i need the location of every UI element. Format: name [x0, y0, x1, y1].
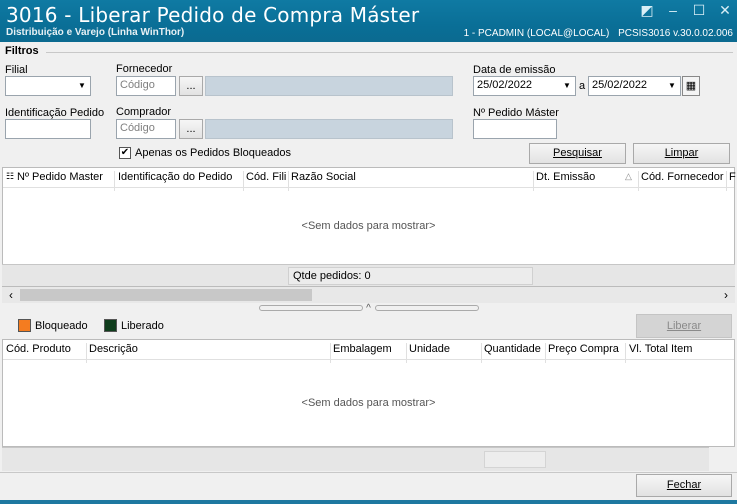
liberado-swatch — [104, 319, 117, 332]
col-header[interactable]: Nº Pedido Master — [17, 171, 103, 183]
pedido-master-label: Nº Pedido Máster — [473, 107, 559, 119]
bloqueado-label: Bloqueado — [35, 319, 88, 332]
col-header[interactable]: Cód. Fili — [246, 171, 286, 183]
pedido-master-input[interactable] — [473, 119, 557, 139]
pesquisar-label: Pesquisar — [553, 147, 602, 159]
program-version: PCSIS3016 v.30.0.02.006 — [618, 28, 733, 39]
comprador-lookup-button[interactable]: ... — [179, 119, 203, 139]
splitter-grip-right[interactable] — [375, 305, 480, 311]
liberar-label: Liberar — [666, 320, 702, 332]
session-info: 1 - PCADMIN (LOCAL@LOCAL) PCSIS3016 v.30… — [458, 28, 733, 39]
identificacao-input[interactable] — [5, 119, 91, 139]
close-icon[interactable]: ✕ — [717, 2, 733, 18]
date-to-value: 25/02/2022 — [592, 79, 648, 91]
bloqueado-swatch — [18, 319, 31, 332]
splitter-grip-left[interactable] — [258, 305, 363, 311]
pedidos-grid-header: ☷ Nº Pedido Master Identificação do Pedi… — [3, 168, 736, 191]
liberado-label: Liberado — [121, 319, 164, 332]
fechar-label: Fechar — [666, 479, 702, 491]
window-controls: ◩ – ☐ ✕ — [639, 2, 733, 18]
col-header[interactable]: Razão Social — [291, 171, 356, 183]
scroll-thumb[interactable] — [20, 289, 312, 301]
fornecedor-lookup-button[interactable]: ... — [179, 76, 203, 96]
data-emissao-label: Data de emissão — [473, 64, 556, 76]
qtde-pedidos: Qtde pedidos: 0 — [288, 267, 533, 285]
legend-bloqueado: Bloqueado — [18, 319, 88, 332]
legend-liberado: Liberado — [104, 319, 164, 332]
minimize-icon[interactable]: – — [665, 2, 681, 18]
col-header[interactable]: F — [729, 171, 736, 183]
pedidos-footer: Qtde pedidos: 0 — [2, 264, 735, 286]
col-header[interactable]: Vl. Total Item — [629, 343, 692, 355]
filters-divider — [46, 52, 733, 53]
window-subtitle: Distribuição e Varejo (Linha WinThor) — [6, 27, 185, 38]
date-separator: a — [579, 80, 586, 92]
chevron-up-icon[interactable]: ^ — [366, 303, 372, 314]
sort-asc-icon: △ — [625, 171, 632, 181]
fechar-button[interactable]: Fechar — [636, 474, 732, 497]
itens-grid-header: Cód. Produto Descrição Embalagem Unidade… — [3, 340, 734, 363]
comprador-label: Comprador — [116, 106, 172, 118]
col-header[interactable]: Cód. Produto — [6, 343, 71, 355]
itens-grid: Cód. Produto Descrição Embalagem Unidade… — [2, 339, 735, 447]
scroll-left-icon[interactable]: ‹ — [4, 287, 18, 303]
column-chooser-icon[interactable]: ☷ — [6, 171, 14, 182]
identificacao-label: Identificação Pedido — [5, 107, 105, 119]
date-from-input[interactable]: 25/02/2022 ▼ — [473, 76, 576, 96]
itens-empty-text: <Sem dados para mostrar> — [301, 397, 436, 409]
itens-summary-cell — [484, 451, 546, 468]
panel-splitter[interactable]: ^ — [258, 303, 480, 314]
fornecedor-label: Fornecedor — [116, 63, 173, 75]
fornecedor-name-field — [205, 76, 453, 96]
filial-label: Filial — [5, 64, 28, 76]
chevron-down-icon[interactable]: ▼ — [664, 77, 680, 95]
filters-title: Filtros — [5, 45, 39, 57]
limpar-button[interactable]: Limpar — [633, 143, 730, 164]
fornecedor-code-input[interactable]: Código — [116, 76, 176, 96]
user-info: 1 - PCADMIN (LOCAL@LOCAL) — [463, 28, 610, 39]
col-header[interactable]: Cód. Fornecedor — [641, 171, 724, 183]
col-header[interactable]: Descrição — [89, 343, 138, 355]
filial-select[interactable]: ▼ — [5, 76, 91, 96]
col-header[interactable]: Identificação do Pedido — [118, 171, 232, 183]
window-title: 3016 - Liberar Pedido de Compra Máster — [6, 3, 420, 27]
date-from-value: 25/02/2022 — [477, 79, 533, 91]
itens-footer — [2, 447, 709, 471]
title-bar: 3016 - Liberar Pedido de Compra Máster D… — [0, 0, 737, 42]
comprador-code-input[interactable]: Código — [116, 119, 176, 139]
chevron-down-icon[interactable]: ▼ — [74, 77, 90, 95]
limpar-label: Limpar — [664, 147, 699, 159]
checkmark-icon[interactable]: ✔ — [119, 147, 131, 159]
filters-group: Filtros Filial ▼ Fornecedor Código ... D… — [2, 43, 735, 167]
calendar-icon[interactable]: ▦ — [682, 76, 700, 96]
bloqueados-checkbox-label: Apenas os Pedidos Bloqueados — [135, 147, 291, 159]
col-header[interactable]: Embalagem — [333, 343, 392, 355]
comprador-name-field — [205, 119, 453, 139]
pedidos-empty-text: <Sem dados para mostrar> — [301, 220, 436, 232]
horizontal-scrollbar[interactable]: ‹ › — [2, 287, 735, 303]
status-strip — [0, 500, 737, 504]
col-header[interactable]: Unidade — [409, 343, 450, 355]
bloqueados-checkbox[interactable]: ✔ Apenas os Pedidos Bloqueados — [119, 147, 291, 159]
pesquisar-button[interactable]: Pesquisar — [529, 143, 626, 164]
col-header[interactable]: Dt. Emissão — [536, 171, 595, 183]
chevron-down-icon[interactable]: ▼ — [559, 77, 575, 95]
col-header[interactable]: Preço Compra — [548, 343, 619, 355]
restore-icon[interactable]: ◩ — [639, 2, 655, 18]
maximize-icon[interactable]: ☐ — [691, 2, 707, 18]
col-header[interactable]: Quantidade — [484, 343, 541, 355]
scroll-right-icon[interactable]: › — [719, 287, 733, 303]
date-to-input[interactable]: 25/02/2022 ▼ — [588, 76, 681, 96]
liberar-button[interactable]: Liberar — [636, 314, 732, 338]
